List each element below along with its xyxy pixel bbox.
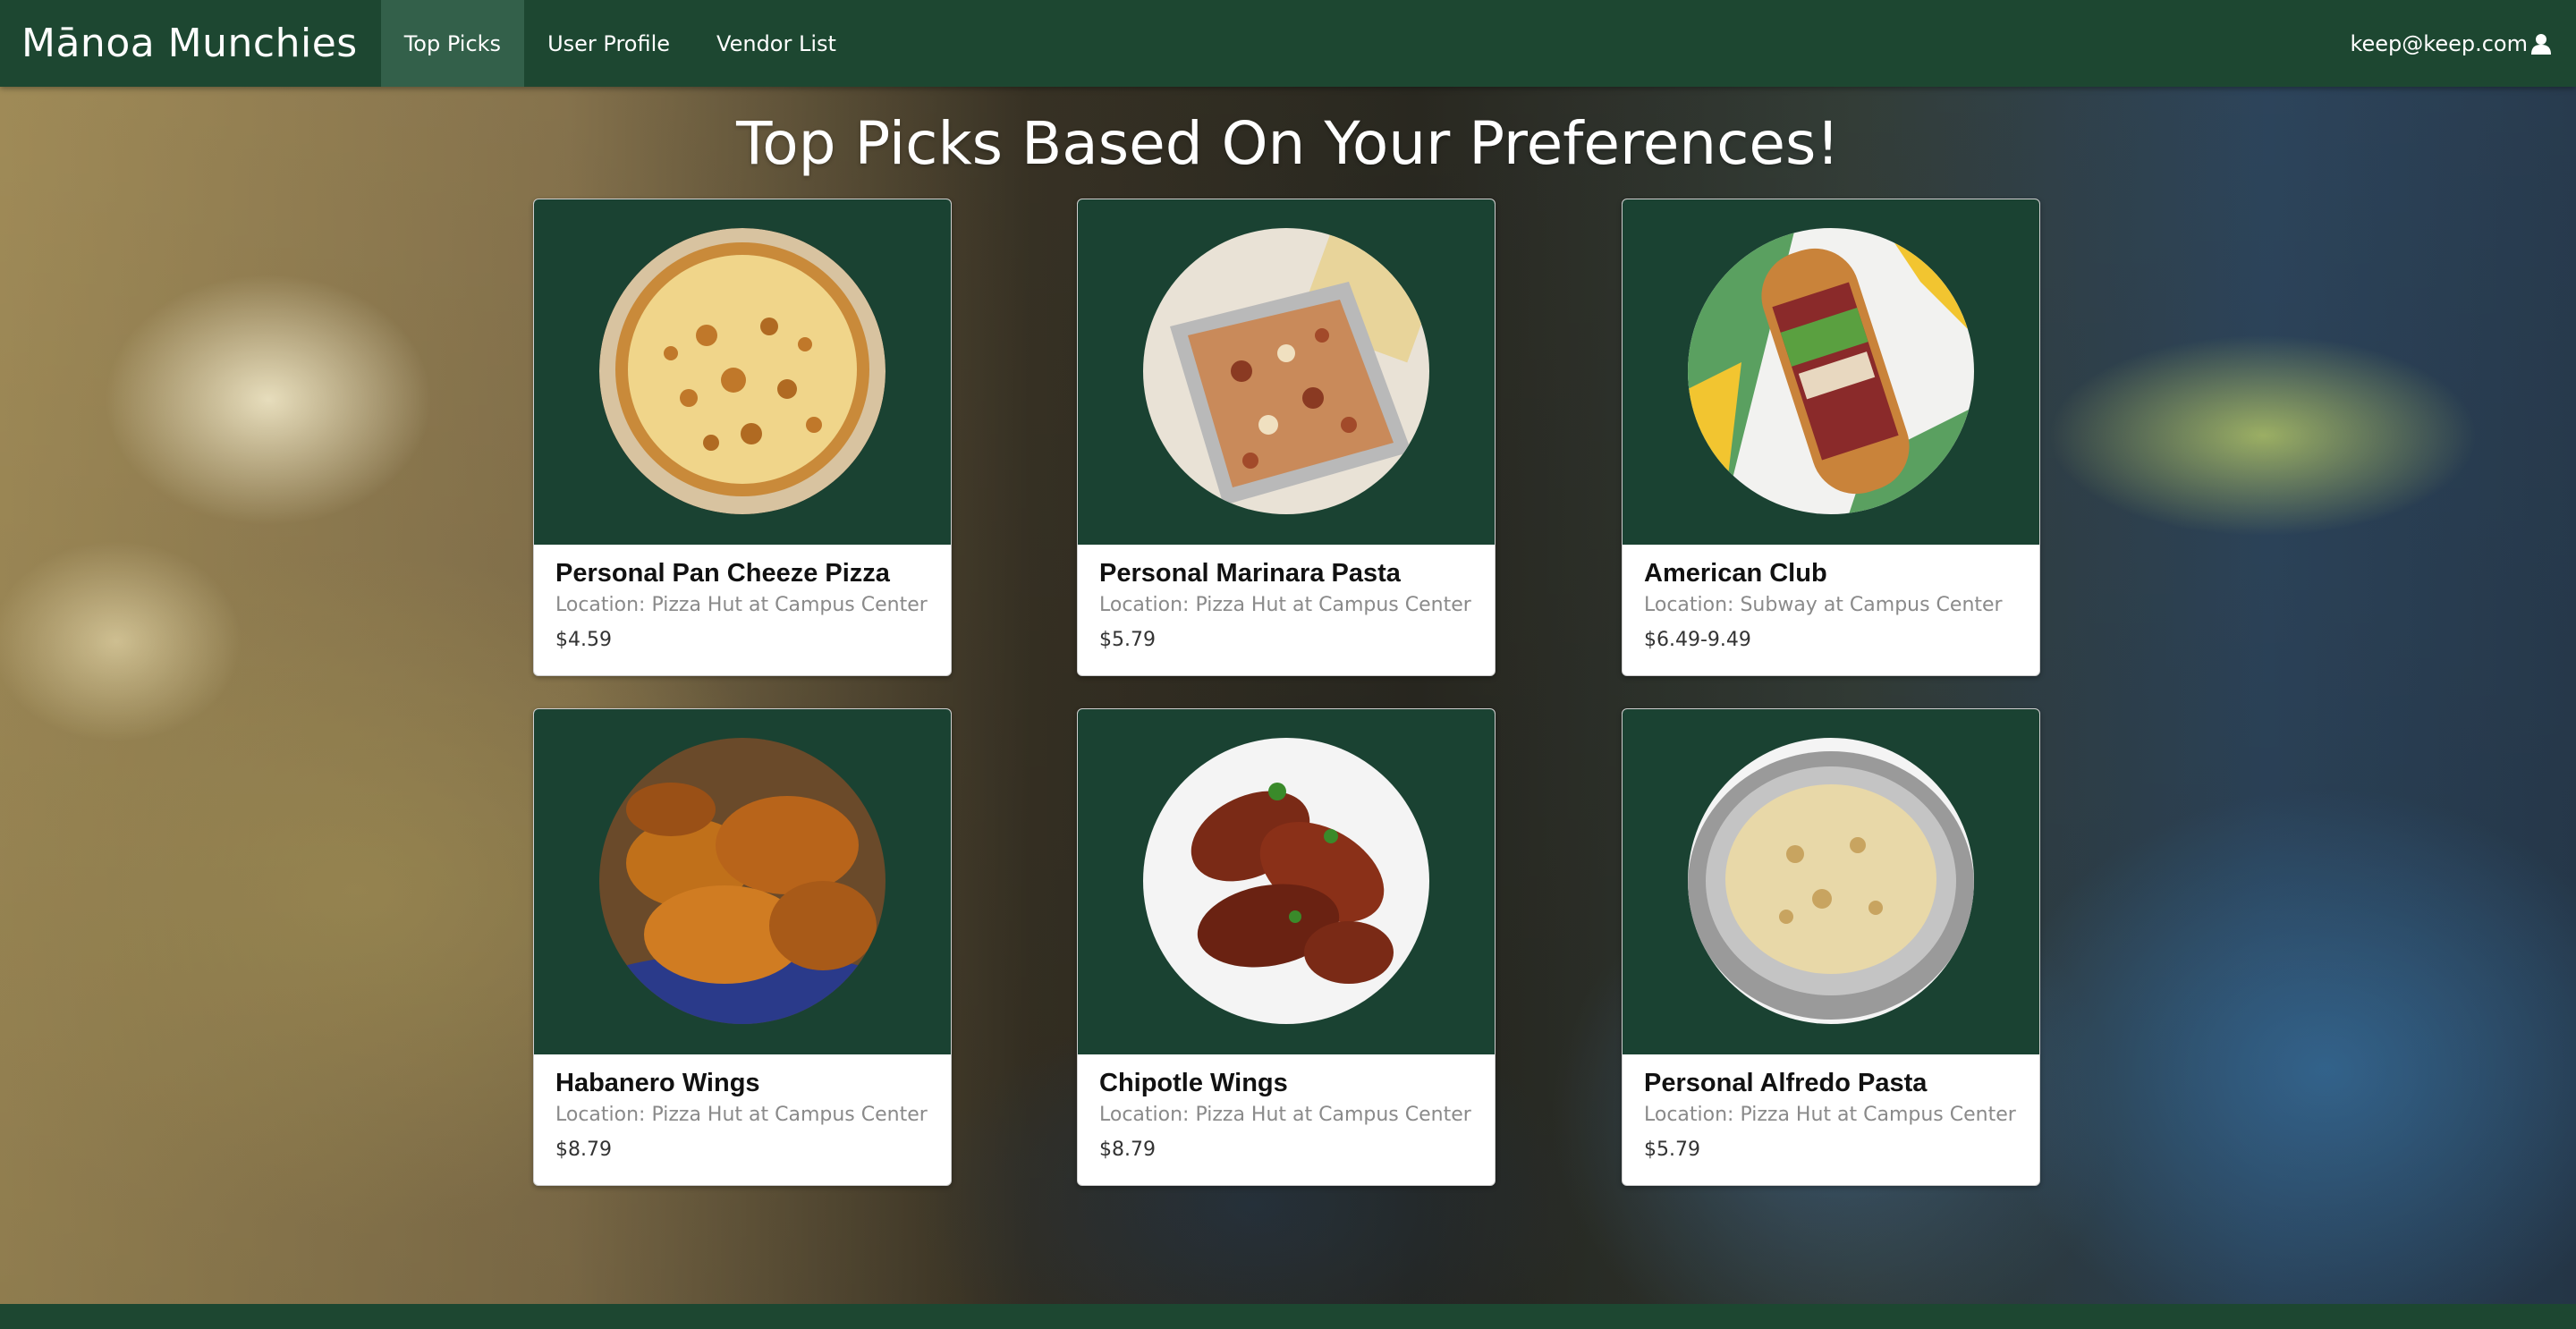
- food-card[interactable]: Chipotle Wings Location: Pizza Hut at Ca…: [1077, 708, 1496, 1186]
- card-title: American Club: [1644, 559, 1827, 588]
- user-email[interactable]: keep@keep.com: [2350, 31, 2528, 56]
- card-price: $4.59: [555, 629, 612, 651]
- food-card[interactable]: Personal Pan Cheeze Pizza Location: Pizz…: [533, 199, 952, 676]
- wings-image: [599, 738, 886, 1024]
- nav-vendor-list[interactable]: Vendor List: [693, 0, 860, 87]
- card-location: Location: Pizza Hut at Campus Center: [555, 594, 928, 616]
- pasta-tray-image: [1143, 228, 1429, 514]
- card-image-area: [1078, 199, 1495, 545]
- card-location: Location: Pizza Hut at Campus Center: [555, 1104, 928, 1126]
- card-price: $6.49-9.49: [1644, 629, 1751, 651]
- card-title: Habanero Wings: [555, 1069, 760, 1097]
- card-price: $8.79: [1099, 1139, 1156, 1161]
- card-price: $8.79: [555, 1139, 612, 1161]
- card-image-area: [534, 709, 951, 1054]
- card-title: Chipotle Wings: [1099, 1069, 1288, 1097]
- food-card[interactable]: Personal Alfredo Pasta Location: Pizza H…: [1622, 708, 2040, 1186]
- alfredo-pan-image: [1688, 738, 1974, 1024]
- nav-top-picks[interactable]: Top Picks: [380, 0, 525, 87]
- card-title: Personal Alfredo Pasta: [1644, 1069, 1928, 1097]
- food-card[interactable]: Habanero Wings Location: Pizza Hut at Ca…: [533, 708, 952, 1186]
- card-location: Location: Pizza Hut at Campus Center: [1099, 594, 1471, 616]
- navbar: Mānoa Munchies Top Picks User Profile Ve…: [0, 0, 2576, 87]
- card-title: Personal Pan Cheeze Pizza: [555, 559, 890, 588]
- card-location: Location: Pizza Hut at Campus Center: [1099, 1104, 1471, 1126]
- grilled-wings-image: [1143, 738, 1429, 1024]
- user-icon: [2531, 33, 2551, 55]
- card-location: Location: Subway at Campus Center: [1644, 594, 2003, 616]
- card-image-area: [534, 199, 951, 545]
- user-menu[interactable]: keep@keep.com: [2350, 31, 2551, 56]
- sandwich-image: [1688, 228, 1974, 514]
- card-price: $5.79: [1644, 1139, 1700, 1161]
- card-image-area: [1623, 709, 2039, 1054]
- food-card[interactable]: American Club Location: Subway at Campus…: [1622, 199, 2040, 676]
- food-card[interactable]: Personal Marinara Pasta Location: Pizza …: [1077, 199, 1496, 676]
- card-title: Personal Marinara Pasta: [1099, 559, 1401, 588]
- brand-logo[interactable]: Mānoa Munchies: [21, 21, 358, 66]
- pizza-image: [599, 228, 886, 514]
- card-location: Location: Pizza Hut at Campus Center: [1644, 1104, 2016, 1126]
- card-price: $5.79: [1099, 629, 1156, 651]
- page-title: Top Picks Based On Your Preferences!: [736, 109, 1840, 178]
- card-image-area: [1623, 199, 2039, 545]
- card-image-area: [1078, 709, 1495, 1054]
- nav-user-profile[interactable]: User Profile: [524, 0, 693, 87]
- footer: [0, 1304, 2576, 1329]
